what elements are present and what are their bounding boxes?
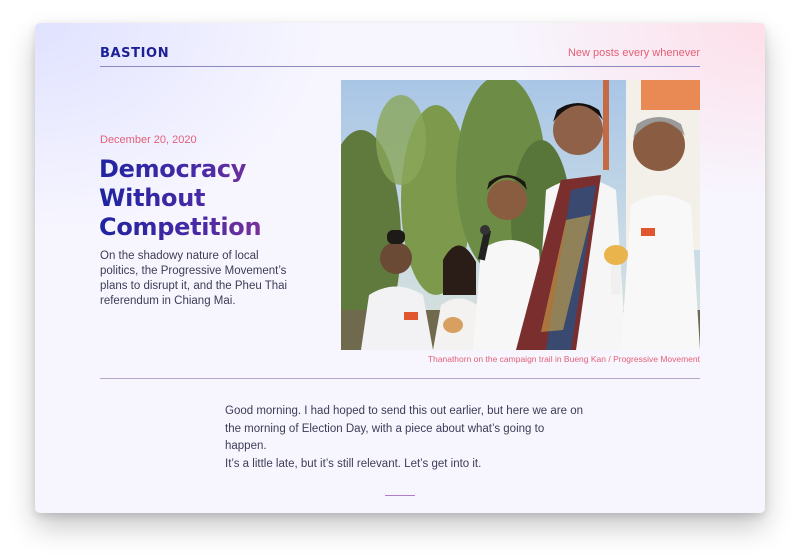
campaign-photo-image <box>341 80 700 350</box>
post-title: Democracy Without Competition <box>99 155 329 242</box>
site-logo[interactable]: BASTION <box>100 46 169 61</box>
post-title-line: Without <box>99 184 206 212</box>
hero-photo <box>341 80 700 350</box>
post-date: December 20, 2020 <box>100 134 197 146</box>
header-divider <box>100 66 700 67</box>
post-title-line: Competition <box>99 213 262 241</box>
body-paragraph: Good morning. I had hoped to send this o… <box>225 405 584 452</box>
post-title-line: Democracy <box>99 155 247 183</box>
article-divider <box>100 378 700 379</box>
post-body: Good morning. I had hoped to send this o… <box>225 403 585 473</box>
photo-caption: Thanathorn on the campaign trail in Buen… <box>427 354 700 364</box>
browser-window: BASTION New posts every whenever Decembe… <box>35 23 765 513</box>
site-tagline: New posts every whenever <box>567 47 700 59</box>
post-summary: On the shadowy nature of local politics,… <box>100 250 288 307</box>
body-paragraph: It’s a little late, but it’s still relev… <box>225 457 482 470</box>
section-divider <box>385 495 415 496</box>
